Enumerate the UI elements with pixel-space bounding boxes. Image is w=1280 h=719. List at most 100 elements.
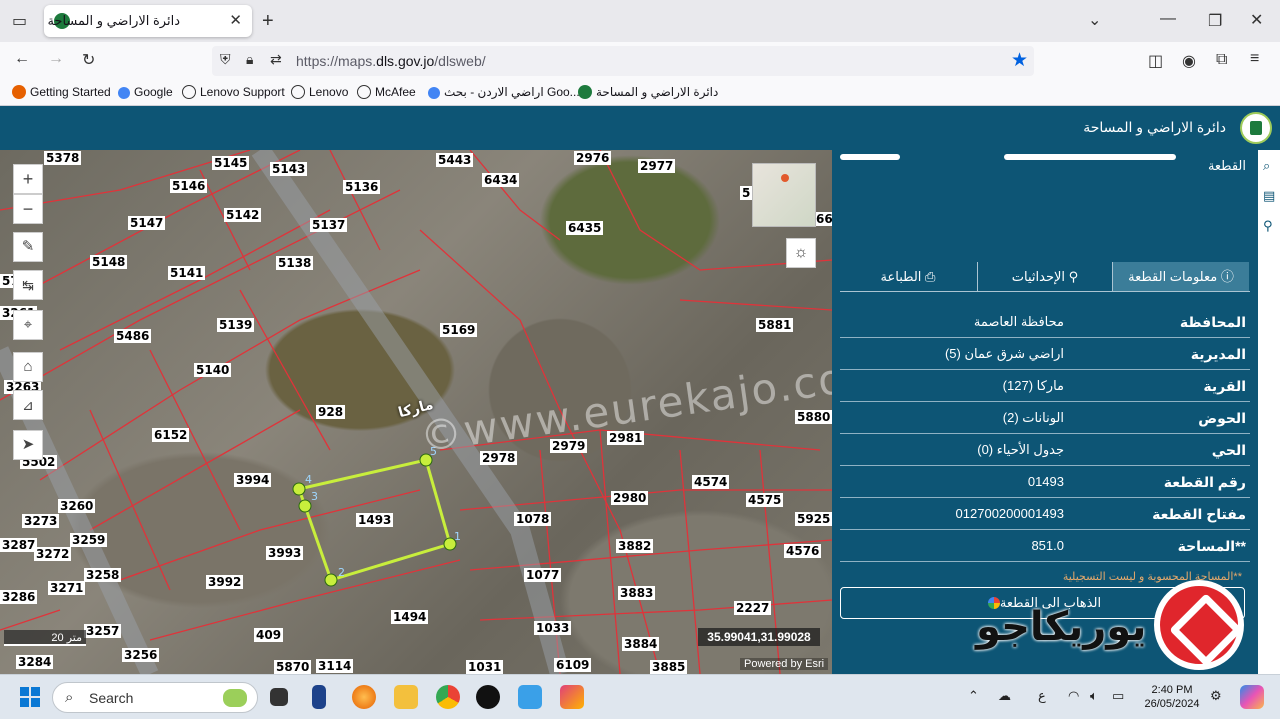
search-highlight-icon (223, 689, 247, 707)
bookmark-lenovo[interactable]: Lenovo (291, 85, 348, 99)
parcel-number-label: 5143 (270, 162, 308, 176)
back-icon[interactable]: ← (14, 50, 30, 68)
tab-parcel-info[interactable]: ⓘ معلومات القطعة (1113, 262, 1249, 291)
extensions-icon[interactable]: ⧉ (1216, 51, 1227, 69)
overview-map[interactable] (752, 163, 816, 227)
locate-button[interactable]: ⌖ (13, 310, 43, 340)
language-indicator[interactable]: ع (1038, 688, 1046, 704)
parcel-number-label: 5140 (194, 363, 232, 377)
pin-icon: ⚲ (1068, 269, 1079, 284)
tab-coordinates[interactable]: ⚲ الإحداثيات (977, 262, 1113, 291)
parcel-number-label: 409 (254, 628, 284, 642)
parcel-number-label: 3256 (122, 648, 160, 662)
map-view[interactable]: 1 2 3 4 5 5378 5145 5143 5443 2976 2977 5146 51… (0, 150, 832, 674)
search-icon: ⌕ (65, 689, 74, 706)
parcel-number-label: 3273 (22, 514, 60, 528)
snipping-tool-icon[interactable] (560, 685, 584, 709)
coordinates-readout: 35.99041,31.99028 (698, 628, 820, 646)
parcel-number-label: 3286 (0, 590, 38, 604)
globe-icon (357, 85, 371, 99)
menu-icon[interactable]: ≡ (1250, 50, 1259, 68)
vertex-label: 4 (305, 473, 312, 486)
browser-tab[interactable]: دائرة الاراضي و المساحة ✕ (44, 5, 252, 37)
row-key: مفتاح القطعة (1152, 506, 1246, 522)
account-icon[interactable]: ◉ (1182, 51, 1196, 71)
bookmark-aradi-search[interactable]: اراضي الاردن - بحث Goo... (428, 85, 580, 99)
parcel-number-label: 1031 (466, 660, 504, 674)
tab-list-icon[interactable]: ▭ (12, 11, 27, 31)
bookmark-dls[interactable]: دائرة الاراضي و المساحة (578, 85, 718, 99)
chrome-icon[interactable] (436, 685, 460, 709)
shield-icon[interactable]: ⛨ (220, 51, 231, 68)
row-value: ماركا (127) (1002, 378, 1064, 393)
info-row-basin: الحوض الونانات (2) (840, 402, 1250, 434)
close-window-icon[interactable]: ✕ (1250, 10, 1263, 30)
bookmark-getting-started[interactable]: Getting Started (12, 85, 111, 99)
search-icon[interactable]: ⌕ (1263, 158, 1277, 173)
draw-tool-button[interactable]: ✎ (13, 232, 43, 262)
url-text[interactable]: https://maps.dls.gov.jo/dlsweb/ (296, 53, 486, 69)
taskbar-search[interactable]: ⌕ Search (52, 682, 258, 713)
tiktok-icon[interactable] (476, 685, 500, 709)
parcel-number-label: 2227 (734, 601, 772, 615)
print-icon: ⎙ (925, 269, 936, 284)
lock-icon[interactable]: 🔒︎ (246, 51, 253, 68)
new-tab-icon[interactable]: + (262, 10, 274, 33)
parcel-number-label: 5137 (310, 218, 348, 232)
list-all-tabs-icon[interactable]: ⌄ (1088, 10, 1101, 30)
notification-icon[interactable]: ⚙ (1210, 688, 1222, 704)
info-icon: ⓘ (1220, 269, 1234, 284)
parcel-number-label: 5141 (168, 266, 206, 280)
permissions-icon[interactable]: ⇄ (270, 51, 282, 68)
bookmark-lenovo-support[interactable]: Lenovo Support (182, 85, 285, 99)
forward-icon[interactable]: → (48, 50, 64, 68)
store-icon[interactable] (518, 685, 542, 709)
parcel-number-label: 3272 (34, 547, 72, 561)
battery-icon[interactable]: ▭ (1112, 688, 1124, 704)
parcel-number-label: 5147 (128, 216, 166, 230)
copilot-icon[interactable] (1240, 685, 1264, 709)
clock-time: 2:40 PM (1151, 684, 1193, 696)
esri-attribution[interactable]: Powered by Esri (740, 658, 829, 670)
pocket-icon[interactable]: ◫ (1148, 51, 1163, 71)
bookmark-google[interactable]: Google (118, 85, 173, 99)
location-pin-icon[interactable]: ⚲ (1263, 218, 1277, 233)
parcel-number-label: 4576 (784, 544, 822, 558)
firefox-icon (12, 85, 26, 99)
close-tab-icon[interactable]: ✕ (229, 11, 242, 29)
volume-icon[interactable]: 🔈︎ (1090, 688, 1098, 704)
sun-icon[interactable]: ☼ (786, 238, 816, 268)
reload-icon[interactable]: ↻ (82, 50, 95, 70)
minimize-icon[interactable]: — (1160, 10, 1176, 28)
task-view-icon[interactable] (270, 688, 288, 706)
clock[interactable]: 2:40 PM 26/05/2024 (1140, 683, 1204, 711)
url-bar[interactable]: ⛨ 🔒︎ ⇄ https://maps.dls.gov.jo/dlsweb/ ★ (212, 46, 1034, 76)
nba-app-icon[interactable] (312, 685, 326, 709)
zoom-out-button[interactable]: − (13, 194, 43, 224)
firefox-icon[interactable] (352, 685, 376, 709)
parcel-number-label: 6435 (566, 221, 604, 235)
basemap-button[interactable]: ⊿ (13, 390, 43, 420)
wifi-icon[interactable]: ◠ (1068, 688, 1079, 704)
parcel-number-label: 5881 (756, 318, 794, 332)
zoom-in-button[interactable]: + (13, 164, 43, 194)
bookmark-star-icon[interactable]: ★ (1011, 49, 1028, 72)
panel-scroll-indicator (1004, 154, 1176, 160)
row-key: رقم القطعة (1163, 474, 1246, 490)
compass-button[interactable]: ➤ (13, 430, 43, 460)
windows-start-icon[interactable] (20, 687, 40, 707)
measure-tool-button[interactable]: ↹ (13, 270, 43, 300)
dls-logo-icon[interactable] (1240, 112, 1272, 144)
row-value: اراضي شرق عمان (5) (944, 346, 1064, 361)
bookmark-mcafee[interactable]: McAfee (357, 85, 416, 99)
layers-icon[interactable]: ▤ (1263, 188, 1277, 203)
parcel-number-label: 1077 (524, 568, 562, 582)
file-explorer-icon[interactable] (394, 685, 418, 709)
parcel-number-label: 5136 (343, 180, 381, 194)
tab-print[interactable]: ⎙ الطباعة (840, 262, 976, 291)
show-hidden-icons-icon[interactable]: ⌃ (968, 688, 979, 704)
home-button[interactable]: ⌂ (13, 352, 43, 382)
cloud-icon[interactable]: ☁ (998, 688, 1011, 704)
restore-icon[interactable]: ❐ (1208, 11, 1222, 31)
bookmarks-bar: Getting Started Google Lenovo Support Le… (0, 80, 1280, 106)
